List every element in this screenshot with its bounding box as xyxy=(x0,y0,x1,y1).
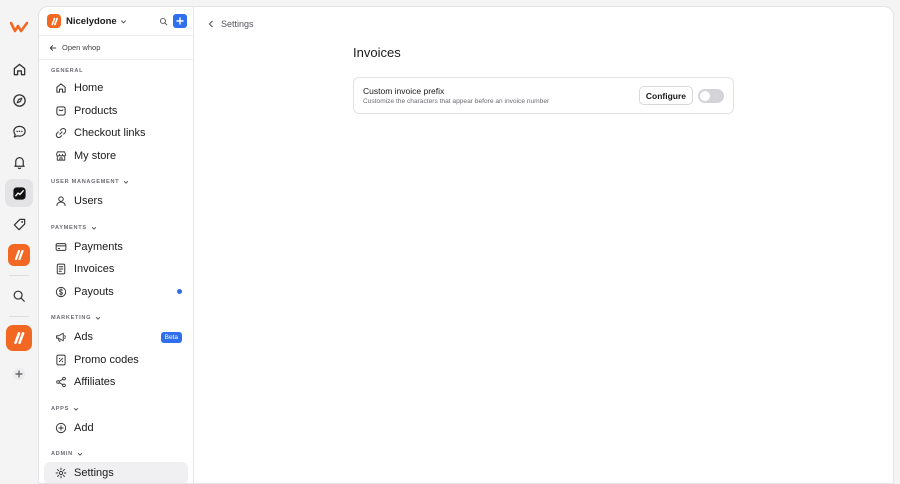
group-label-general: GENERAL xyxy=(51,68,84,74)
sidebar: Nicelydone Open whop GENERAL Home Produc… xyxy=(39,7,194,483)
chat-icon[interactable] xyxy=(5,117,33,145)
app-icon[interactable] xyxy=(4,323,34,353)
sidebar-item-label: Products xyxy=(74,104,118,117)
dashboard-icon[interactable] xyxy=(5,179,33,207)
breadcrumb-label: Settings xyxy=(221,19,254,29)
page-title: Invoices xyxy=(353,45,401,60)
notification-dot xyxy=(177,289,182,295)
chevron-down-icon[interactable] xyxy=(120,18,127,25)
workspace-header: Nicelydone xyxy=(39,7,193,36)
app-icon[interactable] xyxy=(5,241,33,269)
user-icon xyxy=(54,194,68,208)
home-icon[interactable] xyxy=(5,55,33,83)
link-icon xyxy=(54,126,68,140)
sidebar-item-payments[interactable]: Payments xyxy=(44,236,188,259)
setting-title: Custom invoice prefix xyxy=(363,86,445,96)
sidebar-item-users[interactable]: Users xyxy=(44,190,188,213)
dollar-icon xyxy=(54,285,68,299)
add-button[interactable] xyxy=(173,14,187,28)
sidebar-item-label: Invoices xyxy=(74,263,115,276)
group-label-payments[interactable]: PAYMENTS xyxy=(39,223,193,233)
compass-icon[interactable] xyxy=(5,86,33,114)
whop-logo-icon[interactable] xyxy=(5,13,33,41)
sidebar-item-affiliates[interactable]: Affiliates xyxy=(44,371,188,394)
sidebar-item-add-app[interactable]: Add xyxy=(44,417,188,440)
sidebar-item-my-store[interactable]: My store xyxy=(44,145,188,168)
tag-icon[interactable] xyxy=(5,210,33,238)
configure-button[interactable]: Configure xyxy=(638,86,693,105)
arrow-left-icon xyxy=(49,44,57,51)
setting-description: Customize the characters that appear bef… xyxy=(363,98,550,105)
chevron-left-icon xyxy=(208,20,213,28)
sidebar-item-checkout-links[interactable]: Checkout links xyxy=(44,122,188,145)
sidebar-item-payouts[interactable]: Payouts xyxy=(44,281,188,304)
credit-card-icon xyxy=(54,240,68,254)
search-icon[interactable] xyxy=(5,282,33,310)
rail-divider xyxy=(9,275,29,276)
sidebar-item-ads[interactable]: Ads Beta xyxy=(44,326,188,349)
toggle-knob xyxy=(700,90,710,101)
sidebar-item-label: My store xyxy=(74,149,117,162)
sidebar-item-promo-codes[interactable]: Promo codes xyxy=(44,349,188,372)
app-rail xyxy=(0,0,38,484)
sidebar-item-label: Payouts xyxy=(74,285,114,298)
prefix-toggle[interactable] xyxy=(698,88,724,103)
sidebar-item-label: Home xyxy=(74,82,104,95)
box-icon xyxy=(54,104,68,118)
sidebar-item-label: Payments xyxy=(74,240,123,253)
workspace-name[interactable]: Nicelydone xyxy=(66,16,117,27)
sidebar-item-label: Settings xyxy=(74,467,114,480)
add-icon[interactable] xyxy=(5,360,33,388)
sidebar-item-invoices[interactable]: Invoices xyxy=(44,258,188,281)
sidebar-item-label: Ads xyxy=(74,331,93,344)
group-label-apps[interactable]: APPS xyxy=(39,404,193,414)
breadcrumb[interactable]: Settings xyxy=(208,19,254,29)
invoice-icon xyxy=(54,262,68,276)
beta-badge: Beta xyxy=(160,331,182,343)
sidebar-item-label: Users xyxy=(74,195,103,208)
gear-icon xyxy=(54,466,68,480)
sidebar-item-products[interactable]: Products xyxy=(44,100,188,123)
dashboard-panel: Nicelydone Open whop GENERAL Home Produc… xyxy=(38,6,894,484)
home-icon xyxy=(54,81,68,95)
main-content: Settings Invoices Custom invoice prefix … xyxy=(194,7,893,483)
sidebar-item-label: Checkout links xyxy=(74,127,146,140)
share-icon xyxy=(54,375,68,389)
chevron-down-icon xyxy=(73,407,79,411)
sidebar-item-home[interactable]: Home xyxy=(44,77,188,100)
chevron-down-icon xyxy=(95,316,101,320)
bell-icon[interactable] xyxy=(5,148,33,176)
sidebar-item-label: Add xyxy=(74,421,94,434)
megaphone-icon xyxy=(54,330,68,344)
search-button[interactable] xyxy=(156,14,170,28)
promo-code-icon xyxy=(54,353,68,367)
chevron-down-icon xyxy=(124,180,129,184)
group-label-admin[interactable]: ADMIN xyxy=(39,449,193,459)
store-icon xyxy=(54,149,68,163)
open-whop-label: Open whop xyxy=(62,43,101,52)
open-whop-link[interactable]: Open whop xyxy=(39,36,193,60)
sidebar-item-label: Affiliates xyxy=(74,376,116,389)
plus-circle-icon xyxy=(54,421,68,435)
group-label-user-management[interactable]: USER MANAGEMENT xyxy=(39,177,193,187)
sidebar-item-settings[interactable]: Settings xyxy=(44,462,188,483)
chevron-down-icon xyxy=(91,226,96,230)
sidebar-item-label: Promo codes xyxy=(74,353,139,366)
rail-divider xyxy=(9,316,29,317)
setting-card: Custom invoice prefix Customize the char… xyxy=(353,77,734,114)
chevron-down-icon xyxy=(77,452,83,456)
workspace-logo-icon xyxy=(47,14,61,28)
group-label-marketing[interactable]: MARKETING xyxy=(39,313,193,323)
